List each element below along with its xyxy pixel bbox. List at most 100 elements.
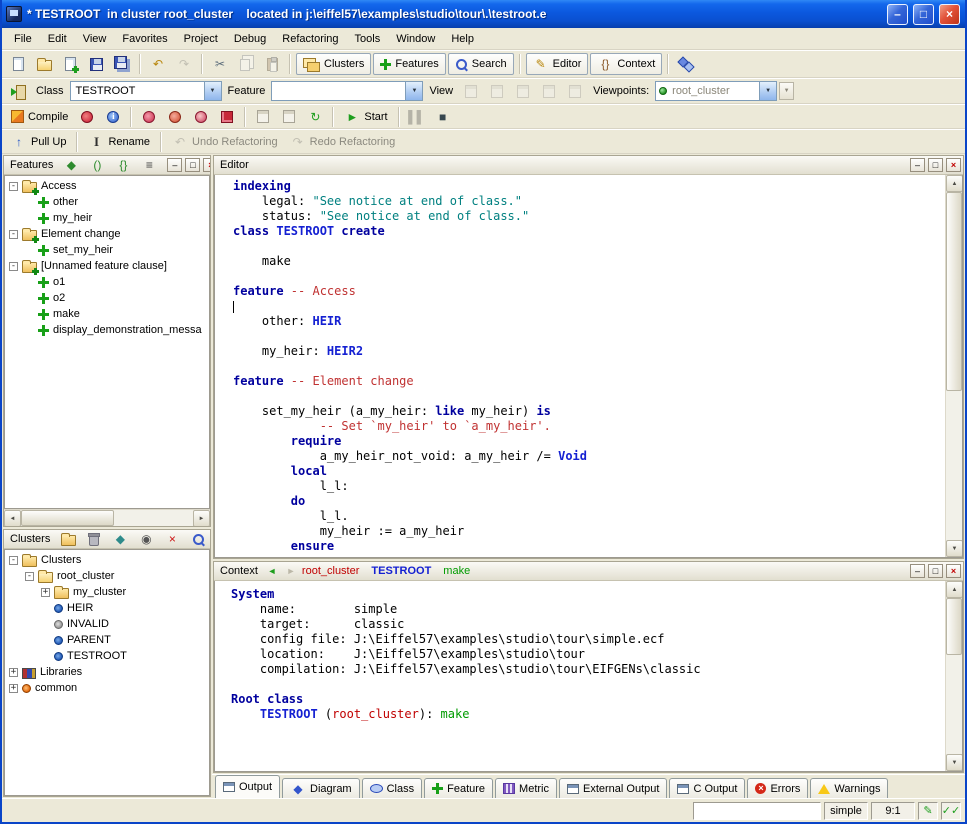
- features-panel-header[interactable]: Features ◆(){}≡ – □ ×: [4, 156, 210, 175]
- tree-expander[interactable]: -: [9, 556, 18, 565]
- formatter-clickable-icon[interactable]: [485, 80, 509, 102]
- scroll-thumb[interactable]: [946, 192, 962, 391]
- menu-edit[interactable]: Edit: [40, 30, 75, 48]
- copy-icon[interactable]: [234, 53, 258, 75]
- tree-item-common[interactable]: +common: [5, 680, 209, 696]
- tree-expander[interactable]: -: [9, 230, 18, 239]
- refresh-icon[interactable]: ↻: [303, 106, 327, 128]
- tree-item-clusters[interactable]: -Clusters: [5, 552, 209, 568]
- editor-code-area[interactable]: indexing legal: "See notice at end of cl…: [215, 175, 945, 557]
- redo-refactoring-button[interactable]: ↷Redo Refactoring: [285, 131, 401, 153]
- tree-item-my-heir[interactable]: my_heir: [5, 210, 209, 226]
- signatures-icon[interactable]: (): [85, 155, 109, 176]
- compile-button[interactable]: Compile: [6, 106, 73, 128]
- menu-tools[interactable]: Tools: [347, 30, 389, 48]
- search-button[interactable]: Search: [448, 53, 514, 75]
- tab-errors[interactable]: ×Errors: [747, 778, 808, 798]
- breadcrumb-make[interactable]: make: [443, 565, 470, 577]
- freeze-icon[interactable]: [137, 106, 161, 128]
- tree-item-unnamed-feature-clause[interactable]: -[Unnamed feature clause]: [5, 258, 209, 274]
- tab-external-output[interactable]: External Output: [559, 778, 667, 798]
- tab-feature[interactable]: Feature: [424, 778, 493, 798]
- feature-clauses-icon[interactable]: ◆: [59, 155, 83, 176]
- close-button[interactable]: ×: [939, 4, 960, 25]
- tree-item-access[interactable]: -Access: [5, 178, 209, 194]
- tab-class[interactable]: Class: [362, 778, 423, 798]
- class-combobox[interactable]: TESTROOT ▼: [70, 81, 222, 101]
- scroll-thumb[interactable]: [21, 510, 114, 526]
- tree-expander[interactable]: +: [9, 684, 18, 693]
- features-restore-button[interactable]: □: [185, 158, 200, 172]
- feature-list-icon[interactable]: ≡: [137, 155, 161, 176]
- features-minimize-button[interactable]: –: [167, 158, 182, 172]
- context-minimize-button[interactable]: –: [910, 564, 925, 578]
- titlebar[interactable]: * TESTROOT in cluster root_cluster locat…: [2, 0, 965, 28]
- tree-item-o2[interactable]: o2: [5, 290, 209, 306]
- tree-item-make[interactable]: make: [5, 306, 209, 322]
- menu-help[interactable]: Help: [443, 30, 482, 48]
- new-file-icon[interactable]: [6, 53, 30, 75]
- class-combobox-arrow[interactable]: ▼: [204, 82, 221, 100]
- scroll-right-button[interactable]: ►: [193, 510, 210, 527]
- melt-icon[interactable]: [75, 106, 99, 128]
- start-button[interactable]: ►Start: [339, 106, 392, 128]
- tree-expander[interactable]: -: [9, 182, 18, 191]
- undo-icon[interactable]: ↶: [146, 53, 170, 75]
- tree-item-my-cluster[interactable]: +my_cluster: [5, 584, 209, 600]
- discover-melt-icon[interactable]: [215, 106, 239, 128]
- precompile-icon[interactable]: [189, 106, 213, 128]
- feature-combobox-arrow[interactable]: ▼: [405, 82, 422, 100]
- formatter-flat-icon[interactable]: [511, 80, 535, 102]
- search-small-icon[interactable]: [186, 529, 210, 550]
- delete-icon[interactable]: [82, 529, 106, 550]
- context-panel-header[interactable]: Context ◄ ► root_clusterTESTROOTmake – □…: [214, 562, 963, 581]
- show-icon[interactable]: ◉: [134, 529, 158, 550]
- feature-combobox[interactable]: ▼: [271, 81, 423, 101]
- undo-refactoring-button[interactable]: ↶Undo Refactoring: [167, 131, 283, 153]
- remove-icon[interactable]: ×: [160, 529, 184, 550]
- menu-favorites[interactable]: Favorites: [114, 30, 175, 48]
- context-vertical-scrollbar[interactable]: ▲ ▼: [945, 581, 962, 771]
- add-cluster-icon[interactable]: [56, 529, 80, 550]
- open-in-editor-icon[interactable]: [6, 80, 30, 102]
- tree-expander[interactable]: +: [9, 668, 18, 677]
- features-button[interactable]: Features: [373, 53, 445, 75]
- context-close-button[interactable]: ×: [946, 564, 961, 578]
- tree-item-libraries[interactable]: +Libraries: [5, 664, 209, 680]
- tab-warnings[interactable]: Warnings: [810, 778, 888, 798]
- tree-expander[interactable]: -: [25, 572, 34, 581]
- viewpoints-combobox-arrow[interactable]: ▼: [759, 82, 776, 100]
- tree-item-root-cluster[interactable]: -root_cluster: [5, 568, 209, 584]
- breadcrumb-TESTROOT[interactable]: TESTROOT: [371, 565, 431, 577]
- tab-c-output[interactable]: C Output: [669, 778, 745, 798]
- cut-icon[interactable]: ✂: [208, 53, 232, 75]
- maximize-button[interactable]: □: [913, 4, 934, 25]
- status-input-field[interactable]: [693, 802, 821, 820]
- finalize-icon[interactable]: [163, 106, 187, 128]
- menu-project[interactable]: Project: [176, 30, 226, 48]
- pause-icon[interactable]: ▌▌: [405, 106, 429, 128]
- formatter-contract-icon[interactable]: [537, 80, 561, 102]
- menu-file[interactable]: File: [6, 30, 40, 48]
- menu-view[interactable]: View: [75, 30, 115, 48]
- context-button[interactable]: {}Context: [590, 53, 662, 75]
- scroll-thumb[interactable]: [946, 598, 962, 655]
- tab-output[interactable]: Output: [215, 775, 280, 798]
- scroll-left-button[interactable]: ◄: [4, 510, 21, 527]
- editor-minimize-button[interactable]: –: [910, 158, 925, 172]
- tree-item-parent[interactable]: PARENT: [5, 632, 209, 648]
- viewpoints-combobox[interactable]: root_cluster ▼: [655, 81, 777, 101]
- tab-diagram[interactable]: ◆Diagram: [282, 778, 360, 798]
- scroll-track[interactable]: [946, 391, 962, 540]
- clusters-panel-header[interactable]: Clusters ◆◉× – □ ×: [4, 530, 210, 549]
- viewpoints-extra-arrow[interactable]: ▼: [779, 82, 794, 100]
- tree-item-other[interactable]: other: [5, 194, 209, 210]
- redo-icon[interactable]: ↷: [172, 53, 196, 75]
- tree-item-invalid[interactable]: INVALID: [5, 616, 209, 632]
- scroll-down-button[interactable]: ▼: [946, 540, 963, 557]
- editor-button[interactable]: ✎Editor: [526, 53, 589, 75]
- stop-icon[interactable]: ■: [431, 106, 455, 128]
- menu-refactoring[interactable]: Refactoring: [274, 30, 346, 48]
- compile-info-icon[interactable]: i: [101, 106, 125, 128]
- save-icon[interactable]: [84, 53, 108, 75]
